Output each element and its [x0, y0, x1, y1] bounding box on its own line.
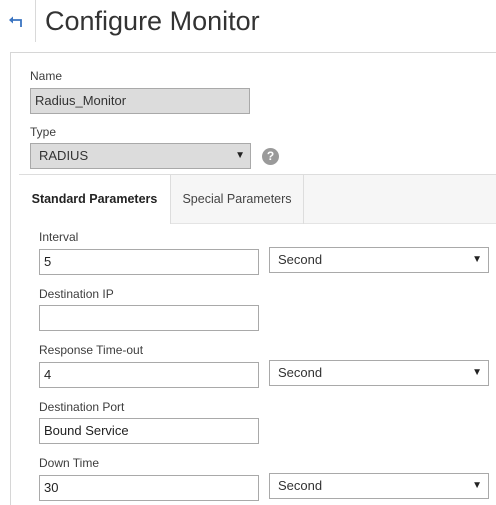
interval-unit-select[interactable]: Second ▼: [269, 247, 489, 273]
chevron-down-icon: ▼: [472, 254, 482, 265]
page-title: Configure Monitor: [45, 6, 260, 36]
destination-ip-label: Destination IP: [39, 287, 114, 301]
parameter-tabs: Standard Parameters Special Parameters: [19, 174, 496, 224]
chevron-down-icon: ▼: [472, 480, 482, 491]
header-divider: [35, 0, 36, 42]
interval-label: Interval: [39, 230, 79, 244]
down-time-unit-value: Second: [278, 478, 323, 493]
chevron-down-icon: ▼: [472, 367, 482, 378]
type-label: Type: [30, 125, 57, 139]
down-time-unit-select[interactable]: Second ▼: [269, 473, 489, 499]
name-label: Name: [30, 69, 63, 83]
down-time-label: Down Time: [39, 456, 100, 470]
tab-standard-parameters[interactable]: Standard Parameters: [19, 175, 171, 224]
response-timeout-unit-value: Second: [278, 365, 323, 380]
destination-ip-input[interactable]: [39, 305, 259, 331]
destination-port-label: Destination Port: [39, 400, 125, 414]
page-header: Configure Monitor: [0, 0, 496, 44]
help-icon[interactable]: ?: [262, 148, 279, 165]
type-select-value: RADIUS: [39, 148, 89, 163]
name-field: Radius_Monitor: [30, 88, 250, 114]
tab-special-parameters[interactable]: Special Parameters: [171, 175, 304, 224]
interval-unit-value: Second: [278, 252, 323, 267]
down-time-input[interactable]: 30: [39, 475, 259, 501]
response-timeout-input[interactable]: 4: [39, 362, 259, 388]
response-timeout-unit-select[interactable]: Second ▼: [269, 360, 489, 386]
type-select[interactable]: RADIUS ▼: [30, 143, 251, 169]
destination-port-input[interactable]: Bound Service: [39, 418, 259, 444]
response-timeout-label: Response Time-out: [39, 343, 144, 357]
interval-input[interactable]: 5: [39, 249, 259, 275]
monitor-form-panel: Name Radius_Monitor Type RADIUS ▼ ? Stan…: [10, 52, 496, 505]
back-arrow-icon[interactable]: [6, 11, 26, 31]
chevron-down-icon: ▼: [235, 150, 245, 161]
